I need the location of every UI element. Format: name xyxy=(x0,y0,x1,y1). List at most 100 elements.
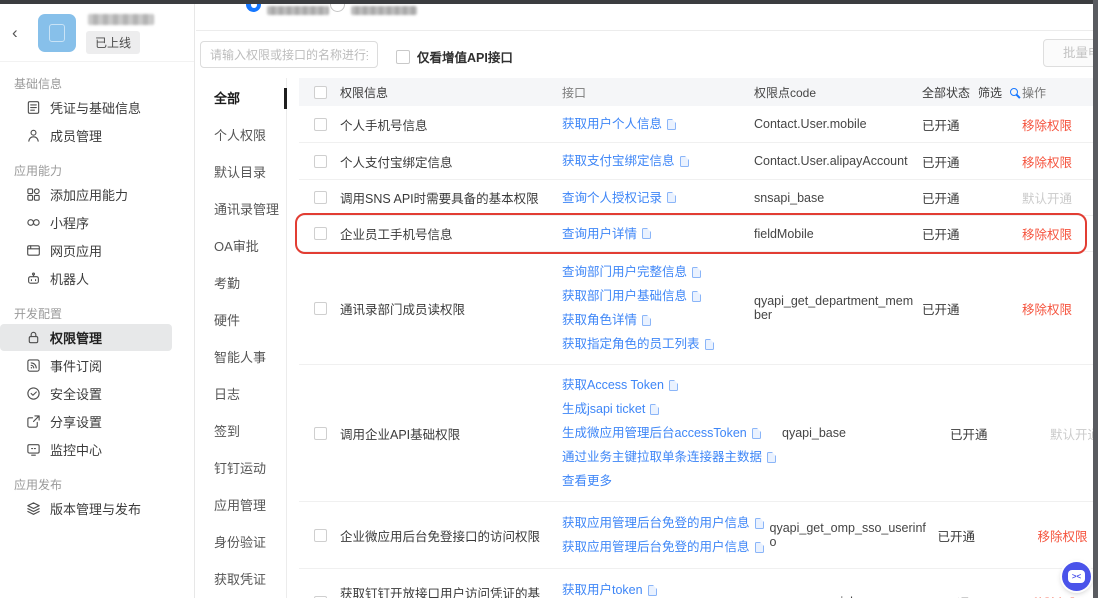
api-link[interactable]: 获取角色详情 xyxy=(562,308,748,332)
api-link[interactable]: 获取部门用户基础信息 xyxy=(562,284,748,308)
category-default-dir[interactable]: 默认目录 xyxy=(196,154,286,191)
sidebar-item-label: 安全设置 xyxy=(50,387,103,402)
remove-permission-link[interactable]: 移除权限 xyxy=(1022,303,1072,317)
category-identity[interactable]: 身份验证 xyxy=(196,524,286,561)
status-text: 已开通 xyxy=(950,427,988,442)
row-checkbox[interactable] xyxy=(314,154,327,168)
api-link[interactable]: 生成微应用管理后台accessToken xyxy=(562,421,776,445)
batch-apply-button[interactable]: 批量申请 xyxy=(1043,39,1093,67)
doc-icon[interactable] xyxy=(751,427,761,439)
event-subscription-icon xyxy=(26,358,41,373)
header-status[interactable]: 全部状态 xyxy=(922,84,970,101)
header-filter[interactable]: 筛选 xyxy=(978,84,1002,101)
member-icon xyxy=(26,128,41,143)
permission-name: 个人手机号信息 xyxy=(340,118,428,133)
sidebar-item-label: 事件订阅 xyxy=(50,359,103,374)
sidebar-item-label: 网页应用 xyxy=(50,244,103,259)
api-link[interactable]: 获取用户token xyxy=(562,578,758,598)
toolbar: 仅看增值API接口 批量申请 xyxy=(196,31,1093,78)
permission-code: Contact.User.alipayAccount xyxy=(754,154,908,168)
doc-icon[interactable] xyxy=(679,155,689,167)
row-checkbox[interactable] xyxy=(314,227,327,240)
category-sport[interactable]: 钉钉运动 xyxy=(196,450,286,487)
doc-icon[interactable] xyxy=(704,338,714,350)
sidebar-item-members[interactable]: 成员管理 xyxy=(0,122,194,149)
sidebar-item-monitor[interactable]: 监控中心 xyxy=(0,436,194,463)
view-more-link[interactable]: 查看更多 xyxy=(562,469,776,493)
doc-icon[interactable] xyxy=(642,314,652,326)
checkbox-label: 仅看增值API接口 xyxy=(417,51,513,65)
api-link[interactable]: 获取应用管理后台免登的用户信息 xyxy=(562,535,764,559)
permission-name: 企业员工手机号信息 xyxy=(340,228,453,242)
sidebar-item-add-capability[interactable]: 添加应用能力 xyxy=(0,181,194,208)
sidebar-item-permissions[interactable]: 权限管理 xyxy=(0,324,172,351)
category-attendance[interactable]: 考勤 xyxy=(196,265,286,302)
sidebar-section-capabilities: 应用能力 xyxy=(14,164,63,178)
sidebar-item-versions[interactable]: 版本管理与发布 xyxy=(0,495,194,522)
api-link[interactable]: 查询个人授权记录 xyxy=(562,186,748,210)
sidebar-item-label: 版本管理与发布 xyxy=(50,502,142,517)
api-link[interactable]: 获取Access Token xyxy=(562,373,776,397)
back-chevron-icon[interactable]: ‹ xyxy=(12,24,18,41)
search-filter-icon[interactable] xyxy=(1010,88,1019,96)
sidebar-item-robot[interactable]: 机器人 xyxy=(0,265,194,292)
api-link[interactable]: 通过业务主键拉取单条连接器主数据 xyxy=(562,445,777,469)
api-link[interactable]: 查询部门用户完整信息 xyxy=(562,260,748,284)
category-credentials[interactable]: 获取凭证 xyxy=(196,561,286,598)
layers-icon xyxy=(26,501,41,516)
category-smart-hr[interactable]: 智能人事 xyxy=(196,339,286,376)
row-checkbox[interactable] xyxy=(314,426,327,440)
api-link[interactable]: 获取指定角色的员工列表 xyxy=(562,332,748,356)
category-oa[interactable]: OA审批 xyxy=(196,228,286,265)
assistant-robot-button[interactable]: >< xyxy=(1062,562,1091,591)
row-checkbox[interactable] xyxy=(314,528,327,542)
doc-icon[interactable] xyxy=(667,192,677,203)
search-input[interactable] xyxy=(200,41,378,68)
api-link[interactable]: 获取应用管理后台免登的用户信息 xyxy=(562,511,764,535)
api-link[interactable]: 查询用户详情 xyxy=(562,222,748,246)
doc-icon[interactable] xyxy=(642,228,652,239)
api-link[interactable]: 获取用户个人信息 xyxy=(562,112,748,136)
api-link[interactable]: 生成jsapi ticket xyxy=(562,397,776,421)
row-checkbox[interactable] xyxy=(314,191,327,204)
permission-name: 调用企业API基础权限 xyxy=(340,427,461,442)
radio-selected[interactable] xyxy=(246,4,261,12)
api-link[interactable]: 获取支付宝绑定信息 xyxy=(562,149,748,173)
permission-code: snsapi_base xyxy=(754,190,825,205)
category-hardware[interactable]: 硬件 xyxy=(196,302,286,339)
window-top-edge xyxy=(0,0,1098,4)
remove-permission-link[interactable]: 移除权限 xyxy=(1022,119,1072,133)
doc-icon[interactable] xyxy=(754,517,764,529)
doc-icon[interactable] xyxy=(650,403,660,415)
value-api-filter[interactable]: 仅看增值API接口 xyxy=(396,47,513,66)
category-app-mgmt[interactable]: 应用管理 xyxy=(196,487,286,524)
row-checkbox[interactable] xyxy=(314,117,327,131)
remove-permission-link[interactable]: 移除权限 xyxy=(1022,228,1072,242)
doc-icon[interactable] xyxy=(692,290,702,302)
sidebar-item-events[interactable]: 事件订阅 xyxy=(0,352,194,379)
checkbox-icon[interactable] xyxy=(396,49,410,64)
select-all-checkbox[interactable] xyxy=(314,85,327,99)
row-checkbox[interactable] xyxy=(314,301,327,315)
category-personal[interactable]: 个人权限 xyxy=(196,117,286,154)
sidebar-item-security[interactable]: 安全设置 xyxy=(0,380,194,407)
remove-permission-link[interactable]: 移除权限 xyxy=(1022,156,1072,170)
doc-icon[interactable] xyxy=(692,266,702,278)
doc-icon[interactable] xyxy=(754,541,764,553)
sidebar-item-share[interactable]: 分享设置 xyxy=(0,408,194,435)
table-row: 通讯录部门成员读权限 查询部门用户完整信息 获取部门用户基础信息 获取角色详情 … xyxy=(299,252,1093,365)
category-contacts[interactable]: 通讯录管理 xyxy=(196,191,286,228)
category-checkin[interactable]: 签到 xyxy=(196,413,286,450)
sidebar-item-miniprogram[interactable]: 小程序 xyxy=(0,209,194,236)
radio-unselected[interactable] xyxy=(330,4,345,12)
sidebar-item-webapp[interactable]: 网页应用 xyxy=(0,237,194,264)
doc-icon[interactable] xyxy=(647,584,657,596)
category-all[interactable]: 全部 xyxy=(196,80,287,117)
doc-icon[interactable] xyxy=(767,451,777,463)
doc-icon[interactable] xyxy=(668,379,678,391)
scrollbar-track[interactable] xyxy=(1093,0,1098,598)
remove-permission-link[interactable]: 移除权限 xyxy=(1038,530,1088,544)
category-logs[interactable]: 日志 xyxy=(196,376,286,413)
sidebar-item-credentials[interactable]: 凭证与基础信息 xyxy=(0,94,194,121)
doc-icon[interactable] xyxy=(667,118,677,130)
